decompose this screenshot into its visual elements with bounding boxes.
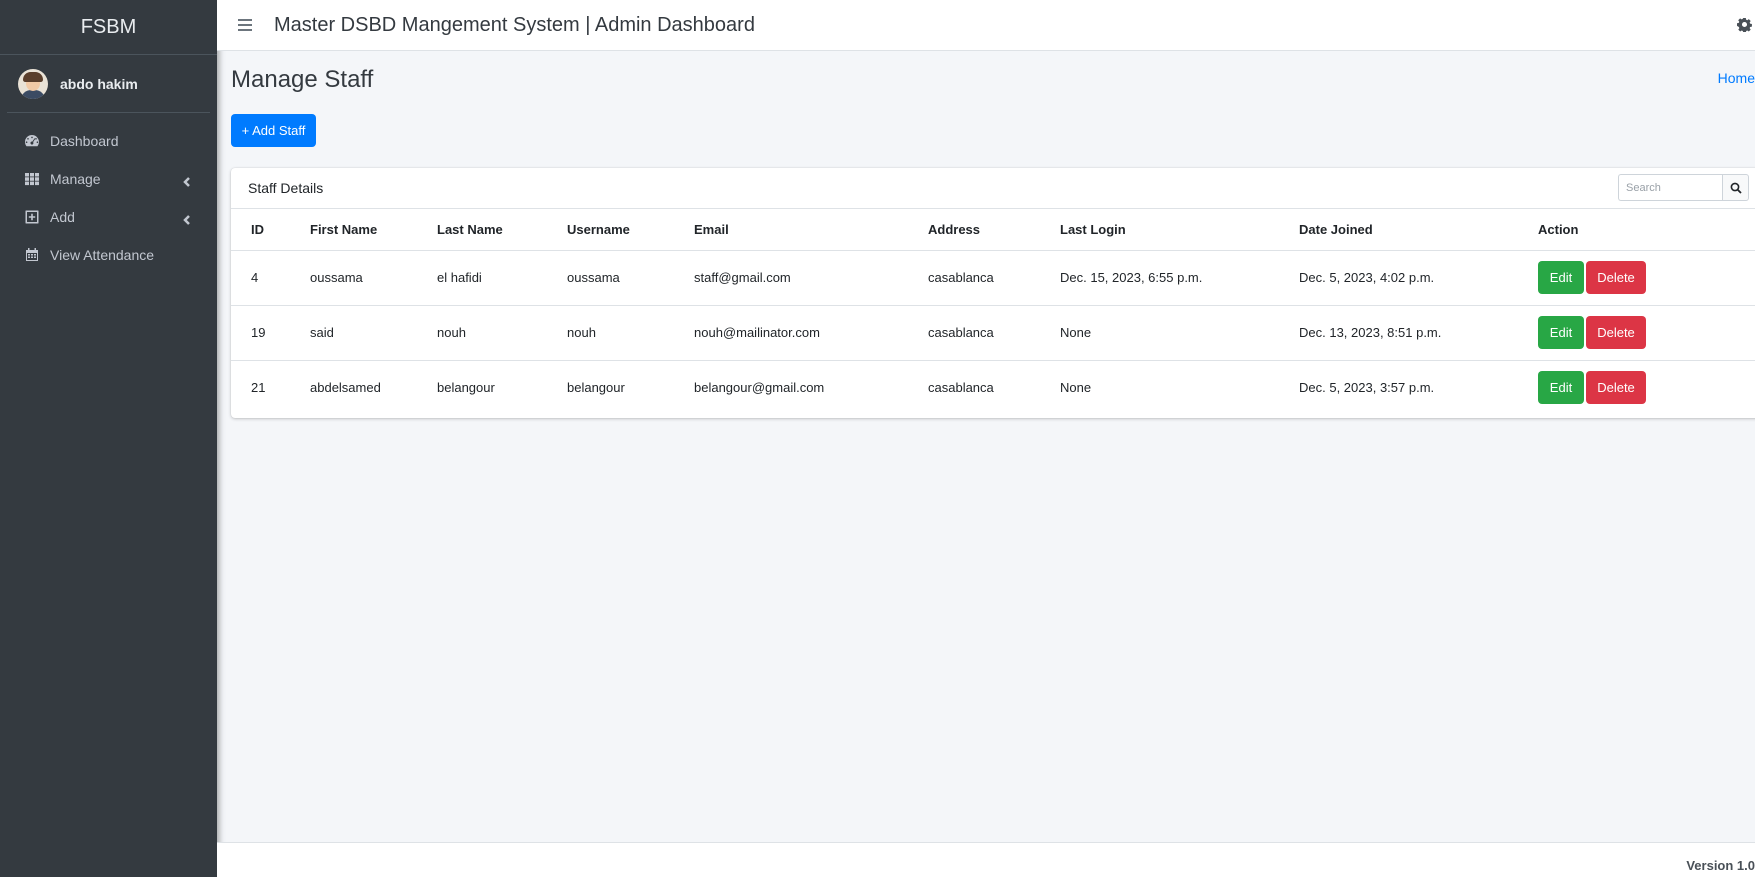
sidebar-item-label: Manage <box>50 171 101 187</box>
user-name[interactable]: abdo hakim <box>60 76 138 92</box>
sidebar-item-add[interactable]: Add <box>7 198 210 236</box>
sidebar-item-dashboard[interactable]: Dashboard <box>7 122 210 160</box>
delete-button[interactable]: Delete <box>1586 261 1646 294</box>
sidebar-item-manage[interactable]: Manage <box>7 160 210 198</box>
cell-email: nouh@mailinator.com <box>694 305 928 361</box>
cell-last-login: None <box>1060 305 1299 361</box>
column-header: Last Login <box>1060 209 1299 251</box>
sidebar-item-label: Add <box>50 209 75 225</box>
column-header: Address <box>928 209 1060 251</box>
app-title: Master DSBD Mangement System | Admin Das… <box>274 13 755 36</box>
cell-username: oussama <box>567 250 694 306</box>
edit-button[interactable]: Edit <box>1538 261 1584 294</box>
cell-last-login: Dec. 15, 2023, 6:55 p.m. <box>1060 250 1299 306</box>
column-header: Last Name <box>437 209 567 251</box>
cell-last-name: el hafidi <box>437 250 567 306</box>
sidebar: FSBM abdo hakim Dashboard Manage Add Vie… <box>0 0 217 877</box>
cell-username: nouh <box>567 305 694 361</box>
brand-logo[interactable]: FSBM <box>0 0 217 55</box>
card-header: Staff Details <box>231 168 1755 209</box>
cell-id: 21 <box>251 379 266 395</box>
staff-details-card: Staff Details ID First Name Last Name Us… <box>231 168 1755 418</box>
table-row: 19 said nouh nouh nouh@mailinator.com ca… <box>231 305 1755 361</box>
cell-address: casablanca <box>928 250 1060 306</box>
edit-button[interactable]: Edit <box>1538 370 1584 404</box>
delete-button[interactable]: Delete <box>1586 316 1646 349</box>
page-title: Manage Staff <box>231 66 374 93</box>
cell-first-name: oussama <box>310 250 437 306</box>
edit-button[interactable]: Edit <box>1538 316 1584 349</box>
search-button[interactable] <box>1722 174 1749 201</box>
table-row: 4 oussama el hafidi oussama staff@gmail.… <box>231 250 1755 306</box>
version-label: Version 1.0 <box>1686 858 1755 873</box>
footer: Version 1.0 <box>217 842 1755 877</box>
plus-square-icon <box>24 209 40 225</box>
sidebar-nav: Dashboard Manage Add View Attendance <box>0 122 217 274</box>
table-header-row: ID First Name Last Name Username Email A… <box>231 209 1755 251</box>
cell-date-joined: Dec. 5, 2023, 3:57 p.m. <box>1299 379 1435 395</box>
cell-action: Edit Delete <box>1538 305 1755 361</box>
cell-email: staff@gmail.com <box>694 250 928 306</box>
cell-first-name: abdelsamed <box>310 379 381 395</box>
cell-first-name: said <box>310 305 437 361</box>
tachometer-icon <box>24 133 40 149</box>
top-navbar: Master DSBD Mangement System | Admin Das… <box>217 0 1755 51</box>
column-header: Email <box>694 209 928 251</box>
cell-date-joined: Dec. 5, 2023, 4:02 p.m. <box>1299 250 1538 306</box>
add-staff-button[interactable]: + Add Staff <box>231 114 316 147</box>
cell-address: casablanca <box>928 305 1060 361</box>
gear-icon[interactable] <box>1737 17 1752 33</box>
search-group <box>1618 174 1749 201</box>
search-icon <box>1730 182 1742 194</box>
staff-table: ID First Name Last Name Username Email A… <box>231 209 1755 414</box>
hamburger-menu-icon[interactable] <box>238 19 252 31</box>
main-content: Manage Staff Home + Add Staff Staff Deta… <box>217 51 1755 842</box>
cell-address: casablanca <box>928 379 994 395</box>
cell-last-name: belangour <box>437 379 495 395</box>
breadcrumb-home[interactable]: Home <box>1718 70 1755 86</box>
sidebar-item-label: View Attendance <box>50 247 155 263</box>
sidebar-item-label: Dashboard <box>50 133 119 149</box>
avatar <box>18 68 48 99</box>
sidebar-item-view-attendance[interactable]: View Attendance <box>7 236 210 274</box>
column-header: Action <box>1538 209 1755 251</box>
cell-email: belangour@gmail.com <box>694 379 825 395</box>
cell-id: 19 <box>231 305 310 361</box>
table-row: 21 abdelsamed belangour belangour belang… <box>231 360 1755 414</box>
column-header: Date Joined <box>1299 209 1538 251</box>
card-title: Staff Details <box>248 180 324 196</box>
column-header: ID <box>231 209 310 251</box>
user-panel[interactable]: abdo hakim <box>7 55 210 113</box>
cell-action: Edit Delete <box>1538 360 1755 414</box>
cell-action: Edit Delete <box>1538 250 1755 306</box>
column-header: Username <box>567 209 694 251</box>
delete-button[interactable]: Delete <box>1586 370 1646 404</box>
column-header: First Name <box>310 209 437 251</box>
cell-last-login: None <box>1060 379 1092 395</box>
chevron-left-icon <box>182 174 192 187</box>
cell-last-name: nouh <box>437 305 567 361</box>
chevron-left-icon <box>182 212 192 225</box>
cell-date-joined: Dec. 13, 2023, 8:51 p.m. <box>1299 305 1538 361</box>
calendar-icon <box>24 247 40 263</box>
search-input[interactable] <box>1618 174 1722 201</box>
cell-username: belangour <box>567 379 625 395</box>
version-text: Version 1.0 <box>1686 858 1755 873</box>
grid-icon <box>24 171 40 187</box>
cell-id: 4 <box>231 250 310 306</box>
